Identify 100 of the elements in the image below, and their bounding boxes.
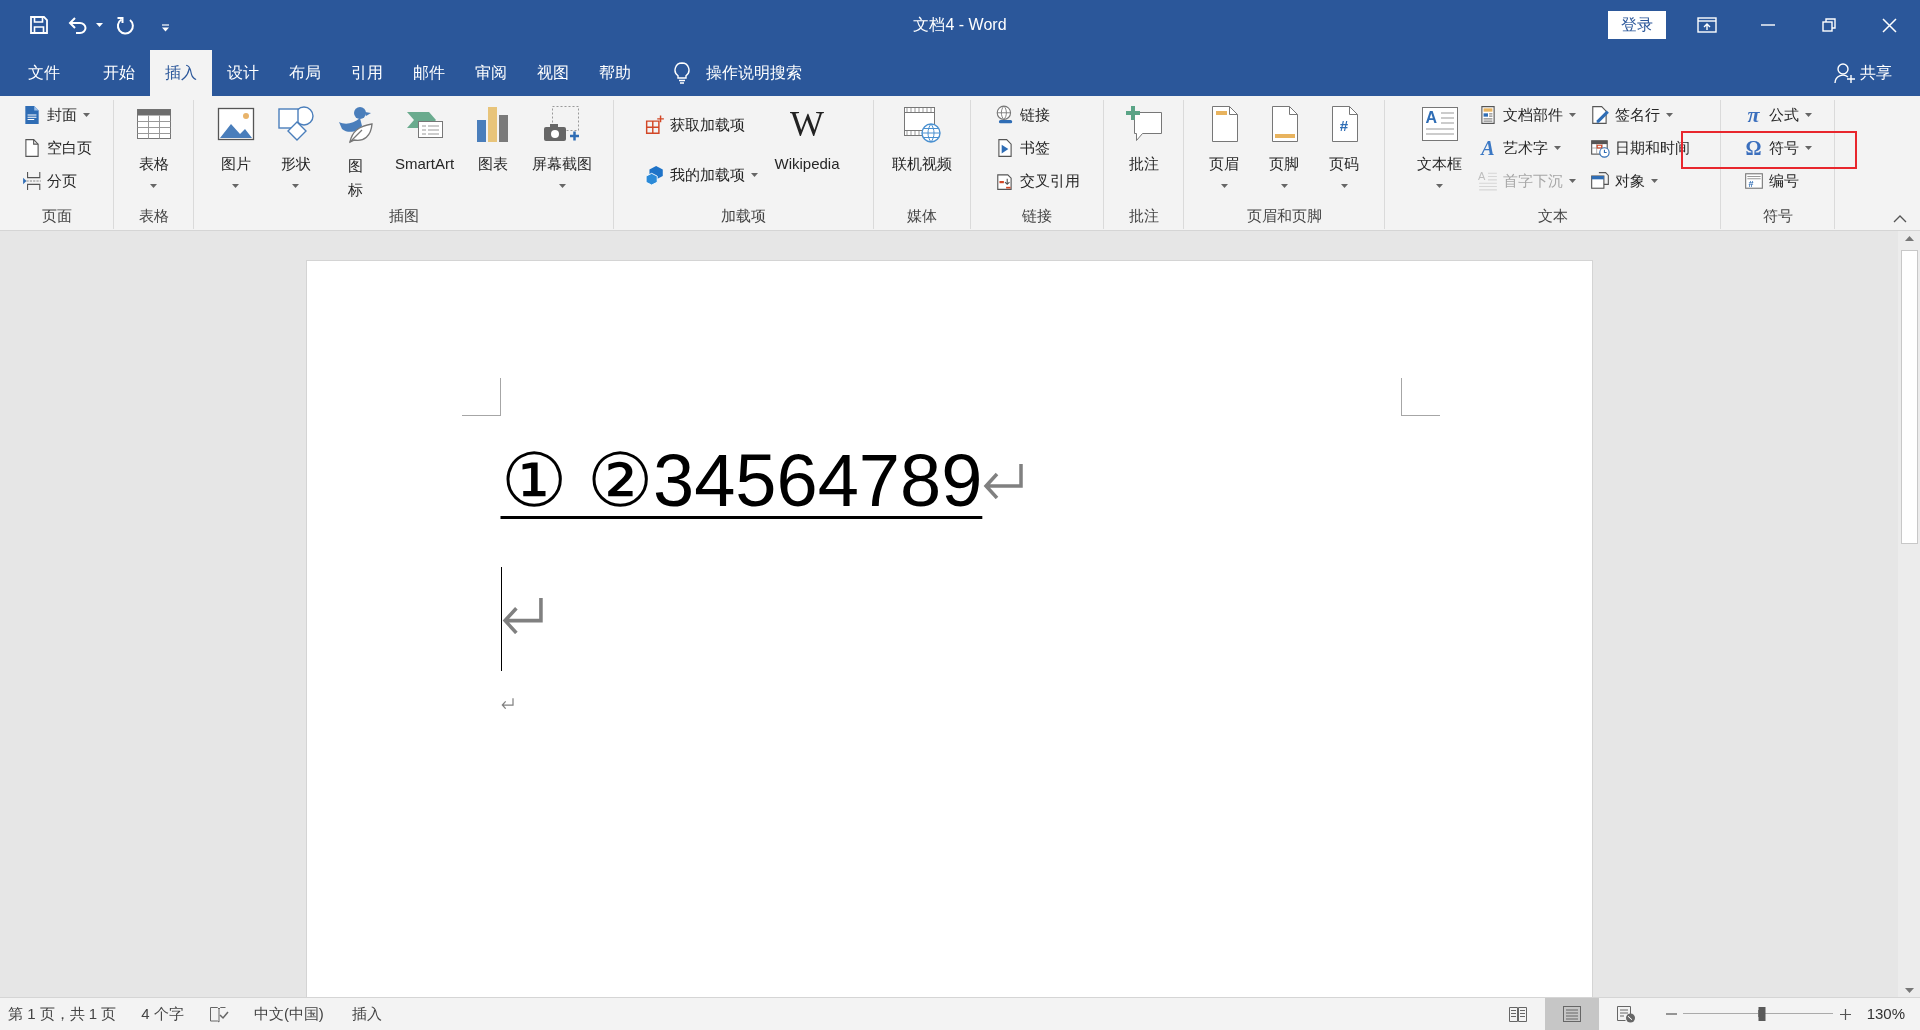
cover-page-button[interactable]: 封面	[17, 100, 94, 130]
blank-page-button[interactable]: 空白页	[17, 133, 96, 163]
paragraph-mark-icon	[500, 697, 514, 709]
ribbon-tab[interactable]: 引用	[336, 50, 398, 96]
wordart-button[interactable]: A 艺术字	[1474, 133, 1565, 163]
cube-icon	[645, 165, 666, 185]
ribbon-display-icon	[1696, 17, 1717, 33]
header-button[interactable]: 页眉	[1197, 100, 1251, 204]
shapes-button[interactable]: 形状	[268, 100, 323, 204]
share-button[interactable]: 共享	[1834, 50, 1892, 96]
open-book-icon	[1507, 1005, 1528, 1023]
paragraph-mark-icon	[982, 462, 1025, 499]
document-parts-icon	[1478, 105, 1498, 125]
caret-icon[interactable]	[96, 23, 103, 27]
pictures-button[interactable]: 图片	[208, 100, 263, 204]
quick-parts-button[interactable]: 文档部件	[1474, 100, 1580, 130]
smartart-button[interactable]: SmartArt	[388, 100, 461, 204]
online-video-button[interactable]: 联机视频	[886, 100, 958, 204]
book-check-icon[interactable]	[208, 1005, 229, 1023]
get-add-ins-button[interactable]: 获取加载项	[641, 110, 750, 140]
document-text: ① ②34564789	[500, 438, 983, 524]
ribbon-tab[interactable]: 审阅	[460, 50, 522, 96]
group-label: 文本	[1537, 206, 1568, 227]
numbering-button[interactable]: # 编号	[1739, 166, 1803, 196]
scroll-up-icon[interactable]	[1904, 236, 1914, 241]
wordart-icon: A	[1478, 138, 1498, 158]
vertical-scrollbar[interactable]	[1898, 231, 1920, 997]
ribbon-tab[interactable]: 邮件	[398, 50, 460, 96]
margin-corner-mark	[461, 378, 501, 416]
paragraph-mark-icon	[500, 596, 544, 634]
text-box-icon: A	[1419, 104, 1460, 144]
print-layout-button[interactable]	[1544, 997, 1599, 1030]
comment-button[interactable]: 批注	[1116, 100, 1171, 204]
group-label: 页面	[41, 206, 72, 227]
minimize-icon	[1760, 24, 1775, 26]
bookmark-button[interactable]: 书签	[990, 133, 1054, 163]
group-label: 符号	[1762, 206, 1793, 227]
scroll-down-icon[interactable]	[1904, 988, 1914, 993]
signature-line-button[interactable]: 签名行	[1586, 100, 1677, 130]
word-count-button[interactable]: 4 个字	[141, 1002, 184, 1026]
group-label: 插图	[388, 206, 419, 227]
cross-reference-button[interactable]: 交叉引用	[990, 166, 1084, 196]
link-button[interactable]: 链接	[990, 100, 1054, 130]
edit-mode-label: 插入	[351, 1003, 382, 1024]
page-globe-icon	[1615, 1005, 1636, 1023]
zoom-level-label[interactable]: 130%	[1866, 1002, 1905, 1026]
equation-button[interactable]: π 公式	[1739, 100, 1816, 130]
group-label: 批注	[1128, 206, 1159, 227]
page-break-button[interactable]: 分页	[17, 166, 81, 196]
text-box-button[interactable]: A 文本框	[1411, 100, 1468, 204]
footer-button[interactable]: 页脚	[1257, 100, 1311, 204]
customize-caret-icon[interactable]	[161, 24, 170, 32]
icons-button[interactable]: 图标	[328, 100, 383, 204]
window-icon	[1590, 171, 1610, 191]
zoom-slider-thumb[interactable]	[1758, 1007, 1766, 1021]
chart-button[interactable]: 图表	[466, 100, 521, 204]
language-button[interactable]: 中文(中国)	[253, 1002, 324, 1026]
close-icon	[1882, 17, 1897, 33]
symbol-button[interactable]: Ω 符号	[1739, 133, 1816, 163]
page-lines-icon	[1561, 1005, 1582, 1023]
ribbon-tab[interactable]: 插入	[150, 50, 212, 96]
object-button[interactable]: 对象	[1586, 166, 1662, 196]
undo-icon[interactable]	[68, 16, 88, 34]
ribbon-tab[interactable]: 开始	[88, 50, 150, 96]
page-count-button[interactable]: 第 1 页，共 1 页	[8, 1002, 117, 1026]
ribbon-tab[interactable]: 帮助	[584, 50, 646, 96]
wikipedia-button[interactable]: W Wikipedia	[768, 100, 846, 204]
ribbon-tab[interactable]: 设计	[212, 50, 274, 96]
save-icon[interactable]	[30, 16, 48, 34]
redo-icon[interactable]	[116, 15, 135, 35]
zoom-in-icon[interactable]	[1839, 1008, 1851, 1020]
page-break-icon	[21, 171, 42, 191]
grid-plus-icon	[645, 115, 666, 135]
cross-reference-icon	[994, 171, 1015, 191]
table-button[interactable]: 表格	[126, 100, 181, 204]
screenshot-button[interactable]: 屏幕截图	[526, 100, 599, 204]
zoom-slider[interactable]	[1682, 1007, 1833, 1021]
lightbulb-icon	[674, 62, 690, 84]
ribbon-tab[interactable]: 视图	[522, 50, 584, 96]
number-icon: #	[1743, 171, 1764, 191]
group-label: 加载项	[721, 206, 766, 227]
group-label: 媒体	[907, 206, 937, 227]
sign-in-button[interactable]: 登录	[1608, 11, 1666, 39]
person-add-icon	[1834, 62, 1856, 84]
pi-icon: π	[1743, 105, 1764, 125]
group-label: 链接	[1022, 206, 1052, 227]
restore-icon	[1821, 18, 1836, 32]
comment-add-icon	[1123, 104, 1164, 144]
film-globe-icon	[902, 104, 942, 144]
collapse-ribbon-icon[interactable]	[1893, 215, 1907, 223]
omega-icon: Ω	[1743, 138, 1764, 158]
scrollbar-thumb[interactable]	[1900, 250, 1918, 544]
window-title: 文档4 - Word	[913, 15, 1007, 35]
ribbon-tab[interactable]: 文件	[0, 50, 88, 96]
my-add-ins-button[interactable]: 我的加载项	[641, 160, 763, 190]
globe-link-icon	[994, 105, 1015, 125]
ribbon-tab[interactable]: 布局	[274, 50, 336, 96]
page-number-button[interactable]: # 页码	[1317, 100, 1371, 204]
tell-me-button[interactable]: 操作说明搜索	[674, 50, 802, 96]
group-label: 页眉和页脚	[1246, 206, 1322, 227]
